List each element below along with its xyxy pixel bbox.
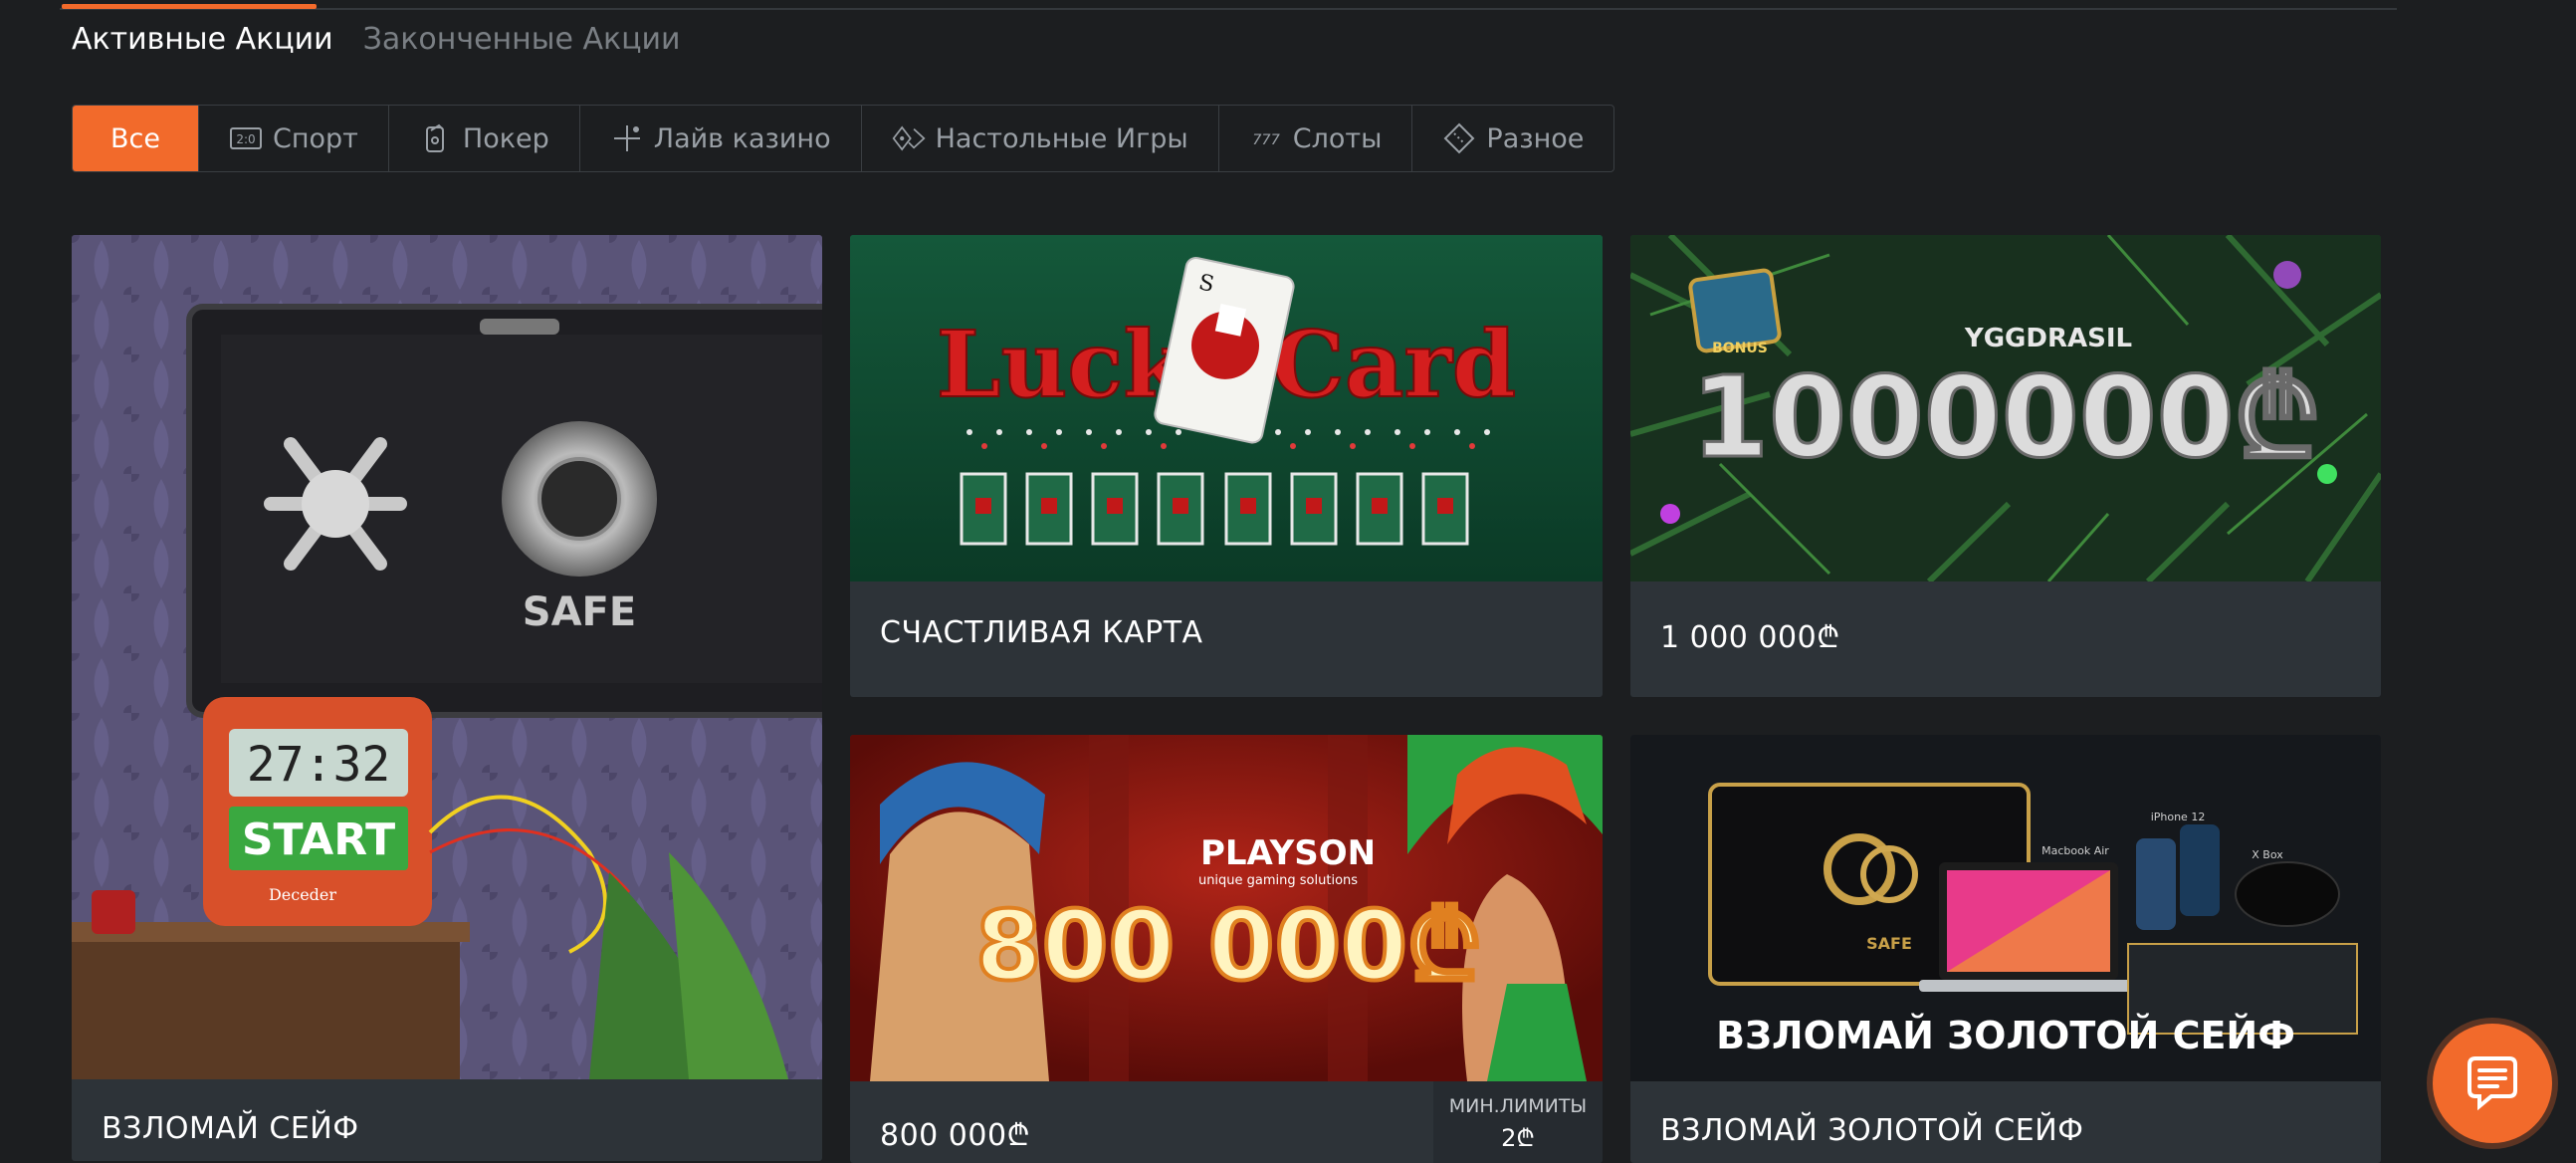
ticket-icon — [1444, 122, 1475, 154]
timer-display: 27:32 — [247, 737, 391, 793]
promo-card-lucky-card[interactable]: Lucky Card S СЧАСТЛИВАЯ КАРТА — [850, 235, 1603, 697]
live-icon — [613, 125, 640, 151]
yggdrasil-banner-image: BONUS YGGDRASIL 1000000₾ — [1630, 235, 2381, 582]
category-filter-bar: Все 2:0 Спорт Покер Лайв казино Настольн… — [72, 105, 1615, 172]
filter-live-casino[interactable]: Лайв казино — [580, 106, 862, 171]
chat-icon — [2468, 1056, 2517, 1111]
promo-card-gold-safe[interactable]: SAFE Macbook Air iPhone 12 X Box ВЗЛОМАЙ… — [1630, 735, 2381, 1163]
dice-icon — [892, 125, 926, 151]
svg-text:2:0: 2:0 — [236, 132, 255, 146]
safe-label: SAFE — [523, 589, 636, 635]
filter-slots[interactable]: 777 Слоты — [1219, 106, 1413, 171]
banner-text: 1000000₾ — [1691, 353, 2320, 483]
provider-logo: PLAYSON — [1200, 833, 1376, 873]
filter-misc[interactable]: Разное — [1412, 106, 1613, 171]
slots-icon: 777 — [1252, 132, 1280, 148]
device-brand: Deceder — [269, 885, 336, 904]
provider-tagline: unique gaming solutions — [1198, 873, 1358, 888]
limits-label: МИН.ЛИМИТЫ — [1448, 1095, 1588, 1117]
provider-logo: YGGDRASIL — [1964, 324, 2132, 353]
banner-text: 800 000₾ — [975, 890, 1481, 1002]
promo-title: 800 000₾ — [880, 1118, 1031, 1153]
promo-card-playson[interactable]: PLAYSON unique gaming solutions 800 000₾… — [850, 735, 1603, 1163]
promo-title: СЧАСТЛИВАЯ КАРТА — [880, 615, 1203, 650]
active-tab-indicator — [62, 4, 317, 9]
promo-card-yggdrasil[interactable]: BONUS YGGDRASIL 1000000₾ 1 000 000₾ — [1630, 235, 2381, 697]
tab-finished-promos[interactable]: Законченные Акции — [363, 22, 681, 57]
phone-caption: iPhone 12 — [2151, 811, 2206, 823]
min-limits-badge: МИН.ЛИМИТЫ 2₾ — [1433, 1081, 1603, 1163]
safe-label: SAFE — [1866, 934, 1912, 953]
filter-label: Настольные Игры — [935, 122, 1188, 154]
filter-label: Разное — [1486, 122, 1585, 154]
filter-all[interactable]: Все — [73, 106, 199, 171]
banner-text: ВЗЛОМАЙ ЗОЛОТОЙ СЕЙФ — [1716, 1014, 2295, 1057]
tab-active-promos[interactable]: Активные Акции — [72, 22, 333, 57]
start-label: START — [242, 814, 395, 865]
promo-title: ВЗЛОМАЙ СЕЙФ — [102, 1111, 359, 1146]
promo-title: ВЗЛОМАЙ ЗОЛОТОЙ СЕЙФ — [1660, 1113, 2084, 1148]
safe-banner-image: SAFE 27:32 START Deceder — [72, 235, 822, 1079]
console-caption: X Box — [2252, 848, 2283, 861]
scoreboard-icon: 2:0 — [229, 127, 262, 149]
svg-text:777: 777 — [1252, 132, 1280, 148]
filter-label: Покер — [462, 122, 549, 154]
promo-card-crack-safe[interactable]: SAFE 27:32 START Deceder ВЗЛОМАЙ СЕЙФ — [72, 235, 822, 1161]
lucky-card-banner-image: Lucky Card S — [850, 235, 1603, 582]
promo-title: 1 000 000₾ — [1660, 620, 1840, 655]
filter-label: Слоты — [1292, 122, 1383, 154]
promo-tabs: Активные Акции Законченные Акции — [72, 22, 681, 57]
gold-safe-banner-image: SAFE Macbook Air iPhone 12 X Box ВЗЛОМАЙ… — [1630, 735, 2381, 1081]
filter-label: Лайв казино — [653, 122, 831, 154]
laptop-caption: Macbook Air — [2041, 844, 2109, 857]
filter-label: Все — [110, 122, 160, 154]
filter-label: Спорт — [272, 122, 358, 154]
top-divider — [60, 8, 2397, 10]
filter-table-games[interactable]: Настольные Игры — [862, 106, 1219, 171]
filter-poker[interactable]: Покер — [389, 106, 580, 171]
playson-banner-image: PLAYSON unique gaming solutions 800 000₾ — [850, 735, 1603, 1081]
poker-chip-icon — [425, 123, 444, 152]
limits-value: 2₾ — [1501, 1124, 1535, 1152]
chat-button[interactable] — [2433, 1024, 2552, 1143]
filter-sport[interactable]: 2:0 Спорт — [199, 106, 389, 171]
